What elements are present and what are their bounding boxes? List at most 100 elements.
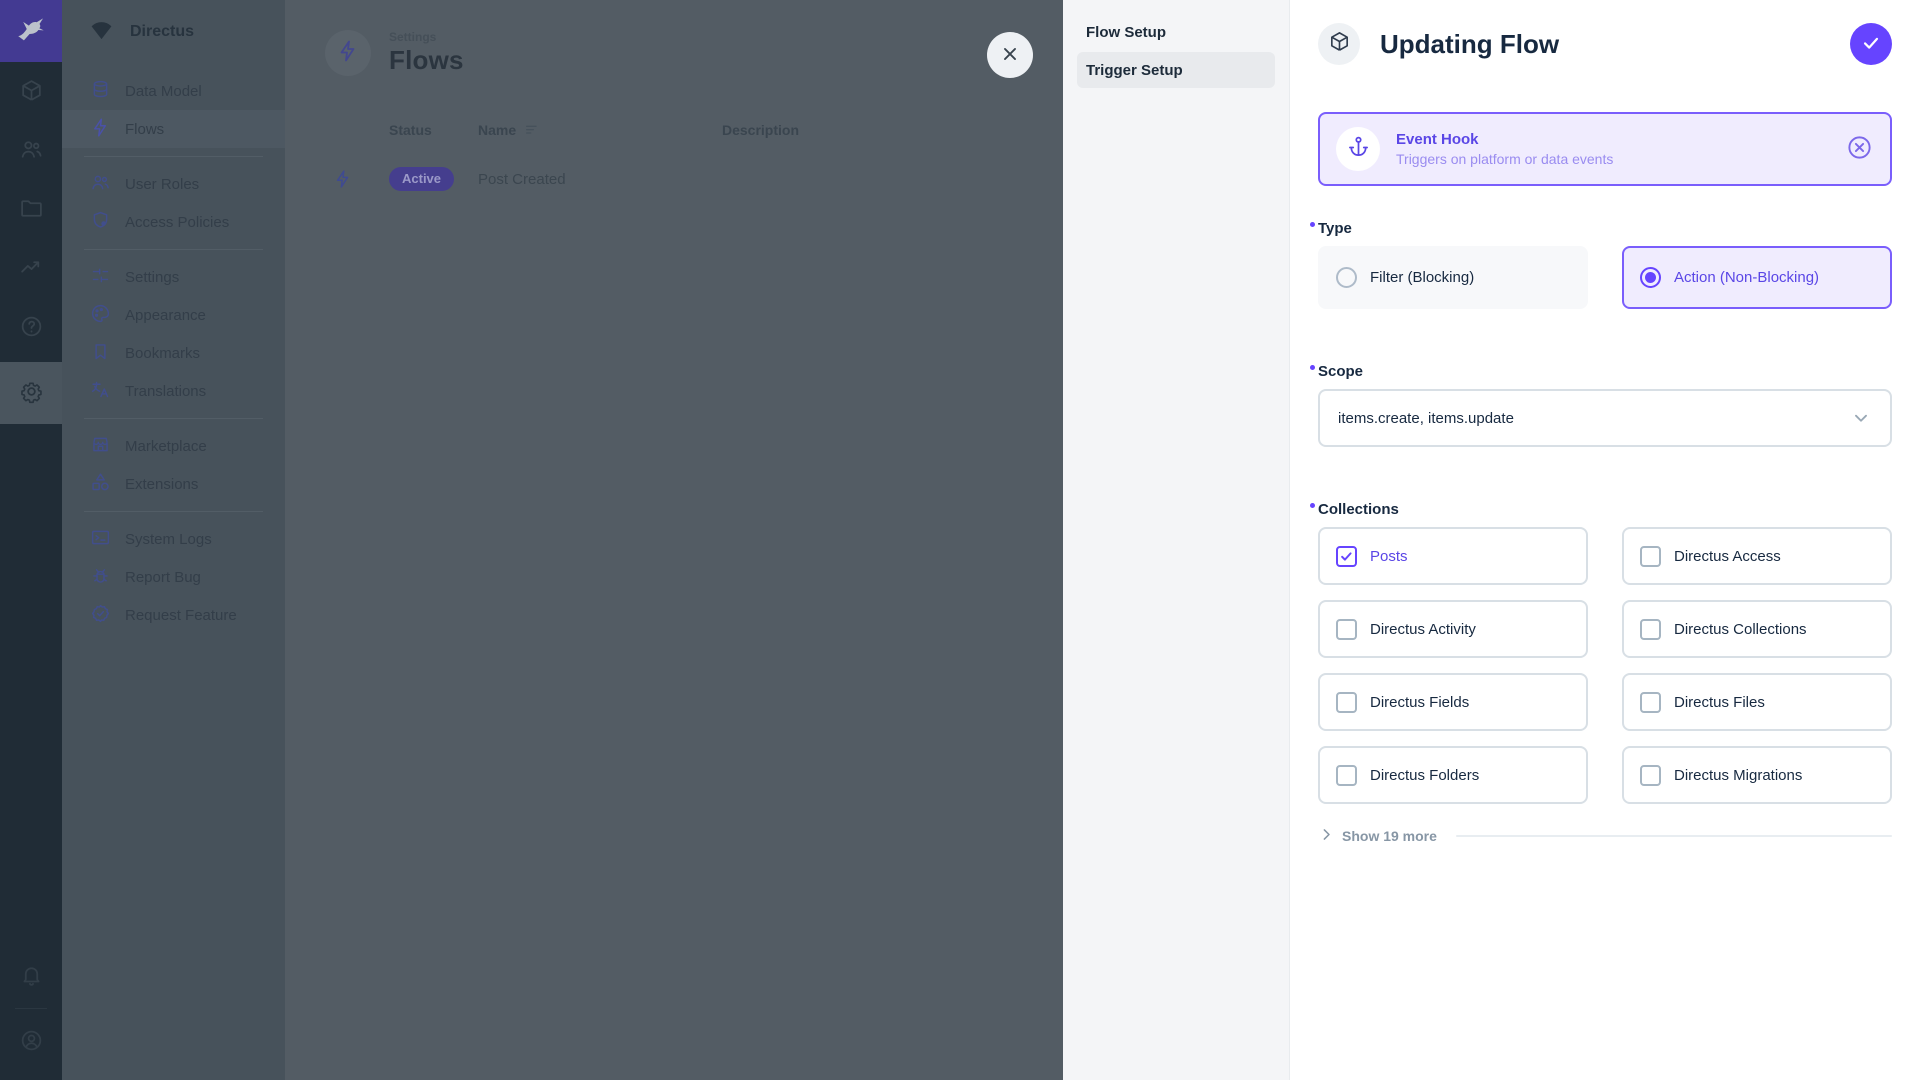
checkbox-directus-fields[interactable]: Directus Fields [1318,673,1588,731]
nav-divider [84,418,263,419]
sidebar-item-user-roles[interactable]: User Roles [62,165,285,203]
drawer-header-icon-circle [1318,23,1360,65]
page-header: Settings Flows [285,0,1063,76]
sidebar-item-translations[interactable]: Translations [62,372,285,410]
checkbox-label: Directus Files [1674,694,1765,711]
sidebar-item-report-bug[interactable]: Report Bug [62,558,285,596]
sidebar-item-bookmarks[interactable]: Bookmarks [62,334,285,372]
module-users[interactable] [0,121,62,180]
sidebar-item-marketplace[interactable]: Marketplace [62,427,285,465]
checkbox-directus-collections[interactable]: Directus Collections [1622,600,1892,658]
checkbox-checked-icon [1336,546,1357,567]
module-files[interactable] [0,180,62,239]
radio-action-non-blocking[interactable]: Action (Non-Blocking) [1622,246,1892,309]
nav-list: Data Model Flows User Roles Access Polic… [62,64,285,634]
storefront-icon [90,434,111,459]
drawer-header: Updating Flow [1318,0,1892,88]
account-button[interactable] [0,1016,62,1068]
project-header[interactable]: Directus [62,0,285,64]
drawer-close-button[interactable] [987,32,1033,78]
checkbox-directus-activity[interactable]: Directus Activity [1318,600,1588,658]
page-title-block: Settings Flows [389,30,464,76]
sidebar-item-label: Extensions [125,476,198,493]
sidebar-item-label: Access Policies [125,214,229,231]
nav-divider [84,156,263,157]
checkbox-unchecked-icon [1336,692,1357,713]
module-content[interactable] [0,62,62,121]
checkbox-directus-migrations[interactable]: Directus Migrations [1622,746,1892,804]
directus-logo-tile[interactable] [0,0,62,62]
column-header-status: Status [377,122,472,138]
terminal-icon [90,527,111,552]
drawer-nav-trigger-setup[interactable]: Trigger Setup [1077,52,1275,88]
chevron-down-icon [1850,407,1872,429]
checkbox-label: Directus Activity [1370,621,1476,638]
trigger-card-texts: Event Hook Triggers on platform or data … [1396,131,1828,167]
scope-field-label: Scope [1318,363,1892,380]
sidebar-item-settings[interactable]: Settings [62,258,285,296]
sidebar-item-access-policies[interactable]: Access Policies [62,203,285,241]
field-label-text: Collections [1318,501,1399,518]
circled-x-icon [1846,134,1873,164]
checkbox-directus-access[interactable]: Directus Access [1622,527,1892,585]
collections-options: Posts Directus Access Directus Activity … [1318,527,1892,804]
sidebar-item-label: System Logs [125,531,212,548]
sidebar-item-request-feature[interactable]: Request Feature [62,596,285,634]
account-avatar-icon [19,1028,44,1056]
show-more-button[interactable]: Show 19 more [1318,826,1892,846]
radio-filter-blocking[interactable]: Filter (Blocking) [1318,246,1588,309]
required-dot [1310,503,1315,508]
sidebar-item-label: User Roles [125,176,199,193]
column-header-name[interactable]: Name [472,121,722,140]
module-insights[interactable] [0,239,62,298]
checkbox-unchecked-icon [1640,546,1661,567]
content-cube-icon [19,78,44,106]
column-header-name-label: Name [478,122,516,138]
field-label-text: Type [1318,220,1352,237]
sidebar-item-label: Flows [125,121,164,138]
sidebar-item-system-logs[interactable]: System Logs [62,520,285,558]
checkbox-unchecked-icon [1640,692,1661,713]
radio-label: Filter (Blocking) [1370,269,1474,286]
show-more-divider [1456,835,1892,837]
bug-icon [90,565,111,590]
flows-table: Status Name Description Active Post Crea… [285,110,1063,202]
module-help[interactable] [0,298,62,357]
sidebar-item-data-model[interactable]: Data Model [62,72,285,110]
scope-select[interactable]: items.create, items.update [1318,389,1892,447]
sidebar-item-flows[interactable]: Flows [62,110,285,148]
checkbox-unchecked-icon [1640,619,1661,640]
type-field-label: Type [1318,220,1892,237]
deselect-trigger-button[interactable] [1844,134,1874,164]
notifications-button[interactable] [0,951,62,1003]
checkbox-directus-folders[interactable]: Directus Folders [1318,746,1588,804]
feature-badge-icon [90,603,111,628]
trigger-type-card: Event Hook Triggers on platform or data … [1318,112,1892,186]
checkbox-label: Directus Collections [1674,621,1807,638]
project-name: Directus [130,23,194,41]
sidebar-item-appearance[interactable]: Appearance [62,296,285,334]
sidebar-item-label: Settings [125,269,179,286]
sidebar-item-label: Marketplace [125,438,207,455]
nav-panel: Directus Data Model Flows User Roles Acc… [62,0,285,1080]
drawer-side-nav: Flow Setup Trigger Setup [1063,0,1290,1080]
save-button[interactable] [1850,23,1892,65]
sidebar-item-label: Data Model [125,83,202,100]
checkbox-posts[interactable]: Posts [1318,527,1588,585]
drawer-nav-flow-setup[interactable]: Flow Setup [1077,14,1275,50]
module-bar [0,0,62,1080]
status-badge: Active [389,167,454,191]
table-row[interactable]: Active Post Created [333,156,1063,202]
checkbox-directus-files[interactable]: Directus Files [1622,673,1892,731]
page-icon-circle [325,30,371,76]
sidebar-item-extensions[interactable]: Extensions [62,465,285,503]
module-settings[interactable] [0,362,62,424]
help-icon [19,314,44,342]
sidebar-item-label: Translations [125,383,206,400]
flows-page: Settings Flows Status Name Description A… [285,0,1063,1080]
checkbox-unchecked-icon [1640,765,1661,786]
field-label-text: Scope [1318,363,1363,380]
people-icon [90,172,111,197]
files-folder-icon [19,196,44,224]
drawer-title: Updating Flow [1380,29,1850,60]
